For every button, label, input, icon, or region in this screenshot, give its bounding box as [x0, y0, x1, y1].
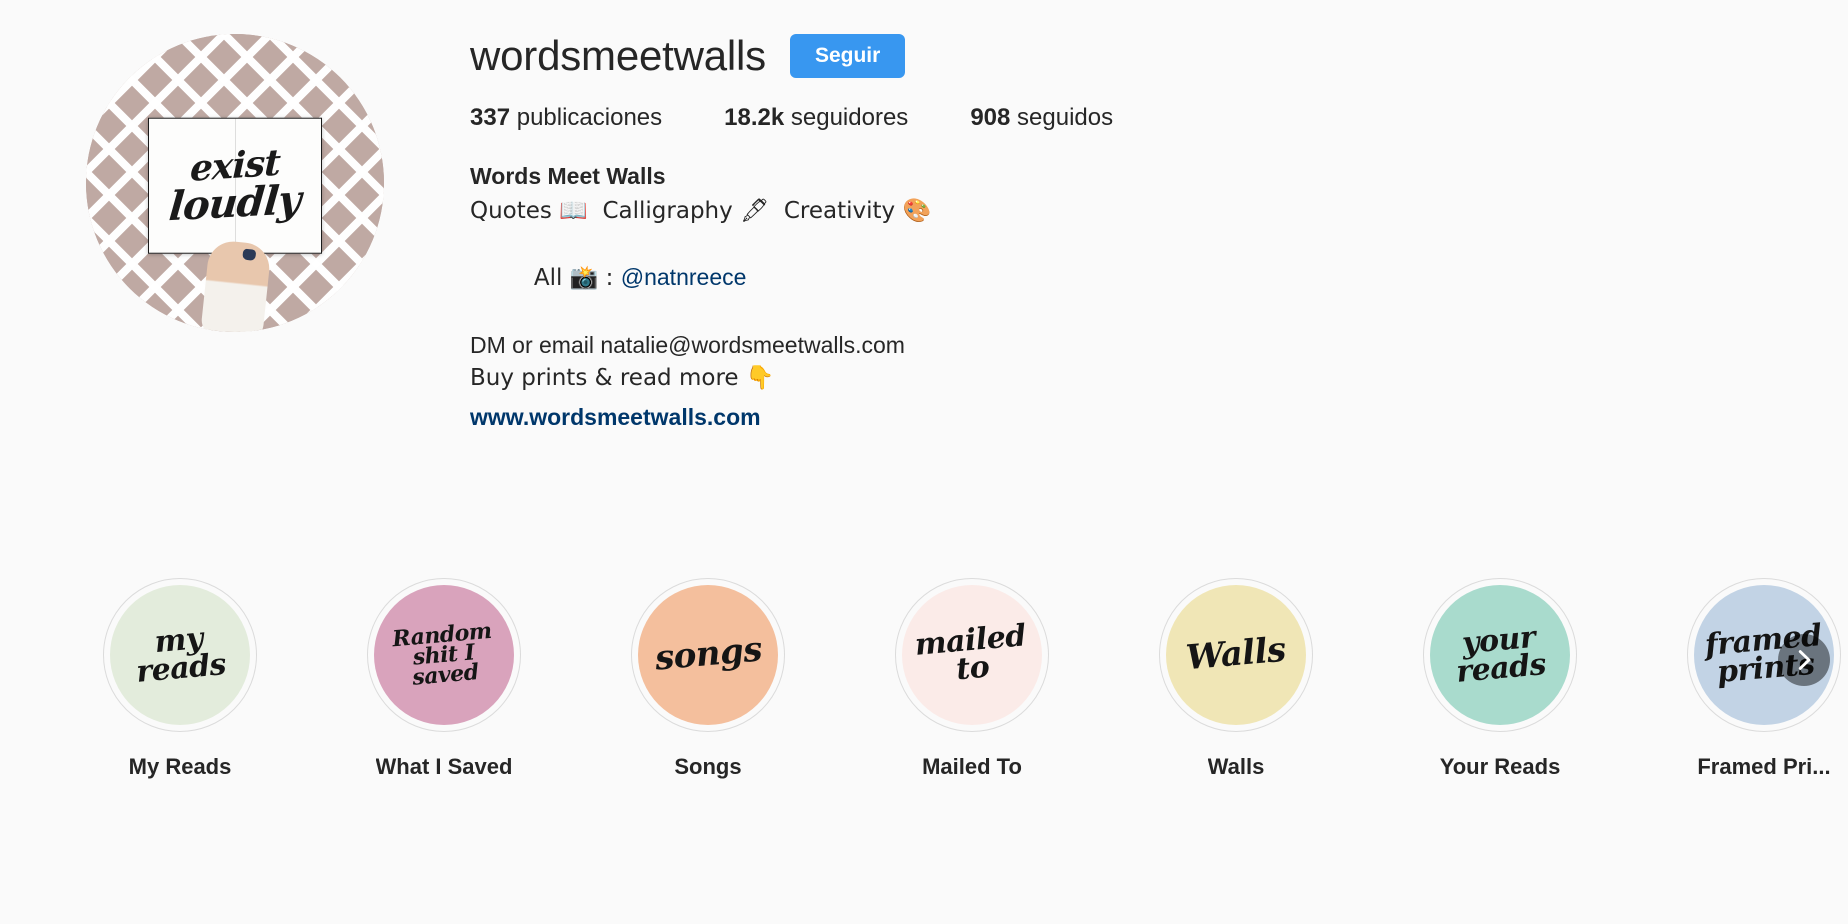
avatar-column: exist loudly — [0, 28, 470, 332]
stat-posts[interactable]: 337 publicaciones — [470, 104, 662, 132]
stat-following-value: 908 — [970, 104, 1011, 132]
story-highlight-label: Mailed To — [922, 754, 1022, 779]
story-highlight-cover: mailed to — [902, 585, 1042, 725]
story-highlight-item[interactable]: songs Songs — [576, 578, 840, 780]
bio-line-prints: Buy prints & read more 👇 — [470, 364, 775, 391]
profile-header: exist loudly wordsmeetwalls Seguir 337 p… — [0, 0, 1848, 434]
avatar-handwriting: exist loudly — [149, 119, 321, 253]
bio-line-quotes: Quotes 📖 Calligraphy 🖋 Creativity 🎨 — [470, 198, 932, 225]
bio-line-email: DM or email natalie@wordsmeetwalls.com — [470, 331, 905, 358]
profile-username: wordsmeetwalls — [470, 32, 766, 79]
bio-website-link[interactable]: www.wordsmeetwalls.com — [470, 401, 761, 434]
stat-posts-label: publicaciones — [516, 104, 663, 132]
profile-info-column: wordsmeetwalls Seguir 337 publicaciones … — [470, 28, 1848, 434]
profile-avatar[interactable]: exist loudly — [86, 34, 384, 332]
username-row: wordsmeetwalls Seguir — [470, 32, 1848, 79]
chevron-right-icon — [1798, 650, 1811, 670]
story-highlight-ring: songs — [631, 578, 785, 732]
story-highlight-item[interactable]: my reads My Reads — [48, 578, 312, 780]
stat-followers-value: 18.2k — [724, 104, 785, 132]
story-highlight-cover: Walls — [1166, 585, 1306, 725]
story-highlight-label: Songs — [674, 754, 742, 779]
stat-posts-value: 337 — [470, 104, 511, 132]
follow-button[interactable]: Seguir — [789, 34, 906, 79]
stat-following-label: seguidos — [1017, 104, 1114, 132]
story-highlight-label: Framed Pri... — [1697, 754, 1831, 779]
bio-mention-link[interactable]: @natnreece — [621, 264, 747, 290]
bio-display-name: Words Meet Walls — [470, 163, 666, 190]
story-highlight-cover-text: my reads — [134, 621, 228, 690]
avatar-script-line-2: loudly — [167, 176, 303, 231]
story-highlight-cover-text: Walls — [1184, 630, 1288, 679]
story-highlight-label: Walls — [1207, 754, 1265, 779]
story-highlights-list: my reads My Reads Random shit Isaved What I S… — [0, 578, 1848, 780]
story-highlight-cover: my reads — [110, 585, 250, 725]
stat-following[interactable]: 908 seguidos — [970, 104, 1113, 132]
bio-line-credit: All 📸 : @natnreece — [470, 228, 1848, 328]
story-highlight-cover: your reads — [1430, 585, 1570, 725]
story-highlight-ring: Walls — [1159, 578, 1313, 732]
bio-credit-prefix: All 📸 : — [533, 265, 621, 292]
stat-followers[interactable]: 18.2k seguidores — [724, 104, 908, 132]
profile-bio: Words Meet Walls Quotes 📖 Calligraphy 🖋 … — [470, 160, 1848, 434]
avatar-hand — [200, 239, 273, 332]
story-highlight-ring: my reads — [103, 578, 257, 732]
story-highlight-label: What I Saved — [375, 754, 513, 779]
story-highlight-item[interactable]: Random shit Isaved What I Saved — [312, 578, 576, 780]
story-highlight-cover-text: your reads — [1454, 620, 1548, 690]
story-highlight-item[interactable]: mailed to Mailed To — [840, 578, 1104, 780]
profile-stats: 337 publicaciones 18.2k seguidores 908 s… — [470, 104, 1848, 132]
highlights-next-arrow-button[interactable] — [1778, 634, 1830, 686]
story-highlight-cover: Random shit Isaved — [374, 585, 514, 725]
avatar-notebook: exist loudly — [148, 117, 322, 254]
story-highlight-item[interactable]: your reads Your Reads — [1368, 578, 1632, 780]
story-highlight-ring: your reads — [1423, 578, 1577, 732]
story-highlight-label: Your Reads — [1439, 754, 1561, 779]
story-highlight-item[interactable]: Walls Walls — [1104, 578, 1368, 780]
story-highlight-cover: songs — [638, 585, 778, 725]
story-highlights-section: my reads My Reads Random shit Isaved What I S… — [0, 578, 1848, 838]
story-highlight-ring: mailed to — [895, 578, 1049, 732]
instagram-profile-page: exist loudly wordsmeetwalls Seguir 337 p… — [0, 0, 1848, 924]
story-highlight-cover-text: songs — [652, 629, 763, 679]
stat-followers-label: seguidores — [790, 104, 909, 132]
story-highlight-cover-text: Random shit Isaved — [391, 617, 493, 691]
story-highlight-label: My Reads — [128, 754, 232, 779]
story-highlight-cover-text: mailed to — [913, 618, 1028, 688]
story-highlight-ring: Random shit Isaved — [367, 578, 521, 732]
